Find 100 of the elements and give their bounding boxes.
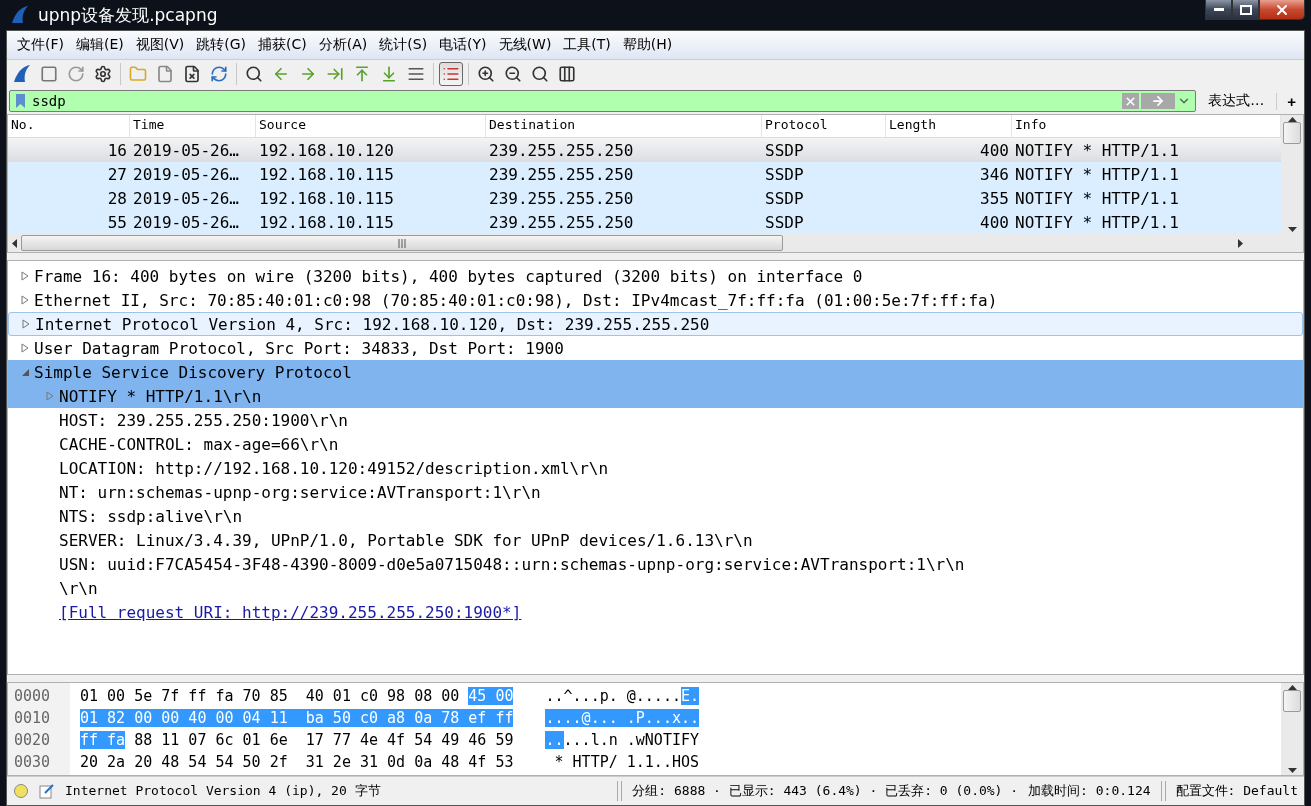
arrow-down-icon	[380, 65, 398, 83]
horizontal-scrollbar[interactable]	[8, 234, 1303, 252]
apply-button[interactable]	[1141, 93, 1176, 109]
tree-text: Simple Service Discovery Protocol	[34, 362, 352, 382]
tree-row[interactable]: [Full request URI: http://239.255.255.250:1900*]	[8, 600, 1303, 624]
vertical-scrollbar[interactable]	[1281, 683, 1303, 775]
shark-fin-icon	[12, 64, 32, 84]
toolbar-button[interactable]	[439, 62, 463, 86]
ascii-text: ....@... .P...x..	[545, 708, 701, 729]
table-cell-text: SSDP	[764, 188, 805, 208]
menu-item[interactable]: 分析(A)	[312, 36, 374, 54]
clear-button[interactable]	[1122, 93, 1140, 109]
status-circle-icon[interactable]	[13, 783, 29, 799]
scroll-left-icon[interactable]	[12, 238, 17, 248]
bookmark-icon	[14, 93, 28, 109]
tree-row[interactable]: HOST: 239.255.255.250:1900\r\n	[8, 408, 1303, 432]
scroll-down-icon[interactable]	[1287, 227, 1297, 232]
menu-item[interactable]: 跳转(G)	[190, 36, 253, 54]
go-to-icon	[326, 65, 344, 83]
menu-item[interactable]: 捕获(C)	[252, 36, 313, 54]
column-header[interactable]: No.	[8, 115, 130, 137]
column-header[interactable]: Protocol	[762, 115, 886, 137]
table-cell-text: SSDP	[764, 140, 805, 160]
table-cell-text: 400	[979, 140, 1010, 160]
packet-row[interactable]: 16 2019-05-26… 192.168.10.120 239.255.255.250 SSDP 400 NOTIFY * HTTP/1.1	[8, 138, 1281, 162]
expand-triangle-icon[interactable]	[21, 295, 29, 305]
close-button[interactable]	[1259, 0, 1305, 20]
zoom-in-icon	[477, 65, 495, 83]
tree-text: Internet Protocol Version 4, Src: 192.168.10.120, Dst: 239.255.255.250	[35, 314, 710, 334]
table-cell-text: SSDP	[764, 164, 805, 184]
menu-item[interactable]: 文件(F)	[11, 36, 70, 54]
scroll-thumb[interactable]	[1283, 122, 1301, 144]
table-cell-text: 192.168.10.115	[258, 164, 395, 184]
maximize-button[interactable]	[1232, 0, 1259, 20]
column-header[interactable]: Destination	[486, 115, 762, 137]
menu-item[interactable]: 工具(T)	[557, 36, 617, 54]
hex-bytes: 01 82 00 00 40 00 04 11 ba 50 c0 a8 0a 78 ef ff	[80, 708, 514, 729]
expand-triangle-icon[interactable]	[21, 271, 29, 281]
tree-row[interactable]: CACHE-CONTROL: max-age=66\r\n	[8, 432, 1303, 456]
add-filter-button[interactable]: +	[1276, 92, 1300, 110]
column-header[interactable]: Time	[130, 115, 256, 137]
column-header[interactable]: Length	[886, 115, 1012, 137]
display-filter-field[interactable]: ssdp	[9, 90, 1197, 112]
columns-icon	[558, 65, 576, 83]
collapse-triangle-icon[interactable]	[20, 367, 30, 377]
tree-row[interactable]: NT: urn:schemas-upnp-org:service:AVTransport:1\r\n	[8, 480, 1303, 504]
packet-row[interactable]: 55 2019-05-26… 192.168.10.115 239.255.255.250 SSDP 400 NOTIFY * HTTP/1.1	[8, 210, 1281, 234]
minimize-button[interactable]	[1205, 0, 1232, 20]
tree-row[interactable]: Ethernet II, Src: 70:85:40:01:c0:98 (70:85:40:01:c0:98), Dst: IPv4mcast_7f:ff:fa (01:00:5e:7f:ff:fa)	[8, 288, 1303, 312]
packet-row[interactable]: 28 2019-05-26… 192.168.10.115 239.255.255.250 SSDP 355 NOTIFY * HTTP/1.1	[8, 186, 1281, 210]
file-icon	[156, 65, 174, 83]
scroll-thumb[interactable]	[1283, 690, 1301, 712]
arrow-right-icon	[1151, 94, 1166, 108]
tree-text: CACHE-CONTROL: max-age=66\r\n	[59, 434, 339, 454]
menu-item[interactable]: 编辑(E)	[70, 36, 130, 54]
expand-triangle-icon[interactable]	[22, 319, 30, 329]
tree-row[interactable]: USN: uuid:F7CA5454-3F48-4390-8009-d0e5a0715048::urn:schemas-upnp-org:service:AVTransport:1\r\n	[8, 552, 1303, 576]
menu-item[interactable]: 统计(S)	[373, 36, 434, 54]
scroll-right-icon[interactable]	[1238, 238, 1243, 248]
arrow-up-icon	[353, 65, 371, 83]
tree-row[interactable]: LOCATION: http://192.168.10.120:49152/description.xml\r\n	[8, 456, 1303, 480]
tree-text: SERVER: Linux/3.4.39, UPnP/1.0, Portable SDK for UPnP devices/1.6.13\r\n	[59, 530, 753, 550]
uri-link[interactable]: [Full request URI: http://239.255.255.250:1900*]	[59, 602, 522, 622]
tree-text: HOST: 239.255.255.250:1900\r\n	[59, 410, 348, 430]
tree-row[interactable]: User Datagram Protocol, Src Port: 34833, Dst Port: 1900	[8, 336, 1303, 360]
lines-icon	[407, 65, 425, 83]
filter-input[interactable]: ssdp	[30, 93, 1123, 109]
packet-row[interactable]: 27 2019-05-26… 192.168.10.115 239.255.255.250 SSDP 346 NOTIFY * HTTP/1.1	[8, 162, 1281, 186]
hex-bytes: ff fa 88 11 07 6c 01 6e 17 77 4e 4f 54 49 46 59	[80, 730, 514, 751]
window-title: upnp设备发现.pcapng	[38, 3, 219, 27]
table-cell-text: 192.168.10.120	[258, 140, 395, 160]
table-cell-text: 346	[979, 164, 1010, 184]
menu-item[interactable]: 无线(W)	[492, 36, 558, 54]
tree-row[interactable]: Simple Service Discovery Protocol	[8, 360, 1303, 384]
edit-note-icon[interactable]	[39, 783, 55, 799]
column-header[interactable]: Source	[256, 115, 486, 137]
profile-text[interactable]: 配置文件: Default	[1175, 782, 1298, 800]
tree-row[interactable]: \r\n	[8, 576, 1303, 600]
maximize-icon	[1239, 4, 1252, 15]
stop-icon	[40, 65, 58, 83]
menu-item[interactable]: 帮助(H)	[616, 36, 679, 54]
table-cell-text: 28	[106, 188, 128, 208]
tree-row[interactable]: Internet Protocol Version 4, Src: 192.168.10.120, Dst: 239.255.255.250	[8, 312, 1303, 336]
table-cell-text: 192.168.10.115	[258, 212, 395, 232]
tree-row[interactable]: Frame 16: 400 bytes on wire (3200 bits), 400 bytes captured (3200 bits) on interface 0	[8, 264, 1303, 288]
scroll-down-icon[interactable]	[1287, 768, 1297, 773]
tree-row[interactable]: NOTIFY * HTTP/1.1\r\n	[8, 384, 1303, 408]
menu-item[interactable]: 视图(V)	[129, 36, 191, 54]
table-cell-text: NOTIFY * HTTP/1.1	[1014, 140, 1180, 160]
menu-item[interactable]: 电话(Y)	[433, 36, 493, 54]
close-file-icon	[183, 65, 201, 83]
colored-lines-icon	[442, 65, 460, 83]
folder-icon	[129, 65, 147, 83]
tree-row[interactable]: SERVER: Linux/3.4.39, UPnP/1.0, Portable SDK for UPnP devices/1.6.13\r\n	[8, 528, 1303, 552]
expand-triangle-icon[interactable]	[21, 343, 29, 353]
vertical-scrollbar[interactable]	[1281, 115, 1303, 234]
arrow-right-icon	[299, 65, 317, 83]
tree-row[interactable]: NTS: ssdp:alive\r\n	[8, 504, 1303, 528]
expression-button[interactable]: 表达式…	[1202, 92, 1271, 110]
grip-icon	[397, 238, 407, 248]
